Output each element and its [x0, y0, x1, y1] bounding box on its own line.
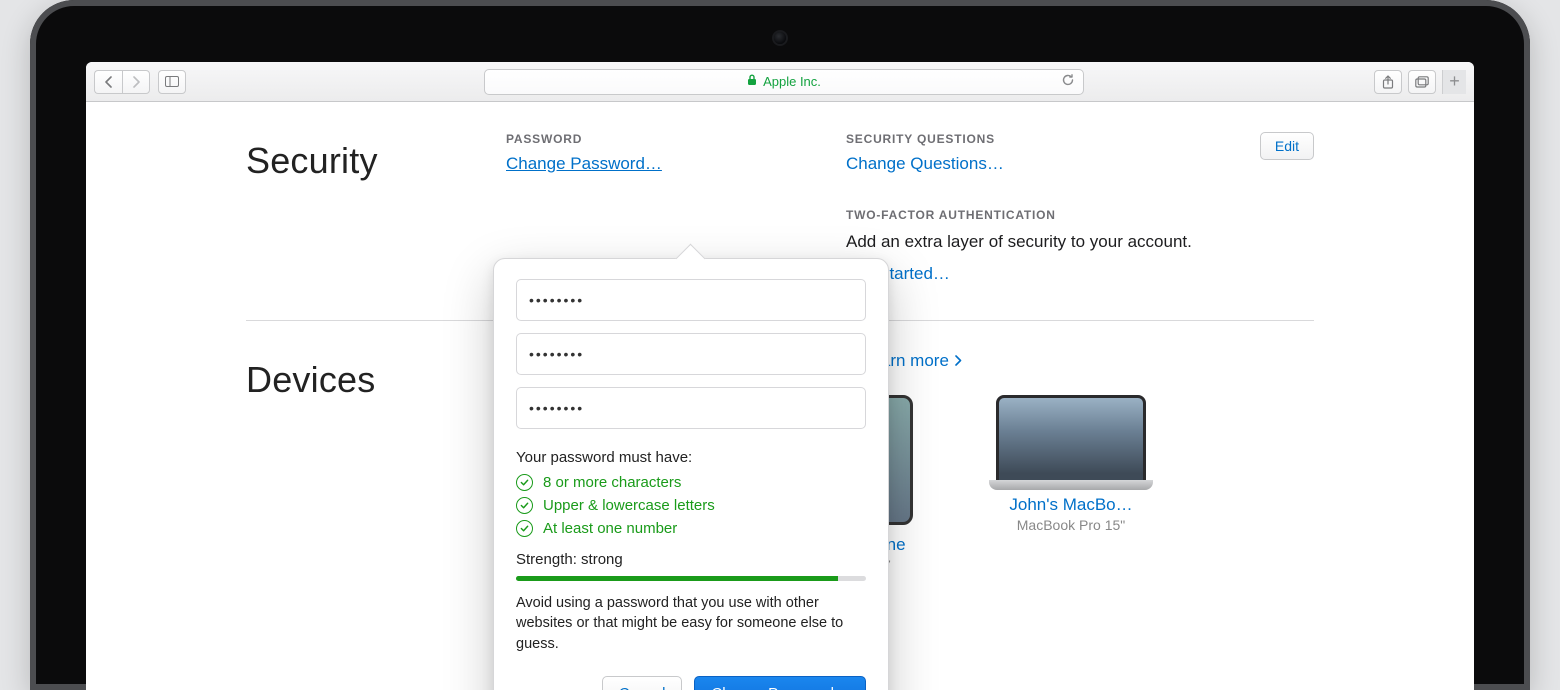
change-password-popover: Your password must have: 8 or more chara… [493, 258, 889, 690]
address-bar[interactable]: Apple Inc. [484, 69, 1084, 95]
cancel-button[interactable]: Cancel [602, 676, 683, 690]
requirement-text: Upper & lowercase letters [543, 497, 715, 514]
chevron-right-icon [955, 353, 962, 369]
check-circle-icon [516, 520, 533, 537]
current-password-input[interactable] [516, 279, 866, 321]
requirement-item: At least one number [516, 520, 866, 537]
tabs-button[interactable] [1408, 70, 1436, 94]
site-identity-label: Apple Inc. [763, 74, 821, 89]
change-password-button[interactable]: Change Password… [694, 676, 866, 690]
device-sub: MacBook Pro 15" [996, 517, 1146, 533]
requirement-text: At least one number [543, 520, 677, 537]
nav-back-forward [94, 70, 150, 94]
section-title-security: Security [246, 140, 506, 182]
requirement-item: 8 or more characters [516, 474, 866, 491]
twofa-description: Add an extra layer of security to your a… [846, 230, 1260, 254]
check-circle-icon [516, 497, 533, 514]
safari-toolbar: Apple Inc. + [86, 62, 1474, 102]
check-circle-icon [516, 474, 533, 491]
section-title-devices: Devices [246, 359, 506, 401]
confirm-password-input[interactable] [516, 387, 866, 429]
new-tab-button[interactable]: + [1442, 70, 1466, 94]
screen: Apple Inc. + Security [86, 62, 1474, 690]
password-advice: Avoid using a password that you use with… [516, 593, 866, 654]
device-macbook[interactable]: John's MacBo… MacBook Pro 15" [996, 395, 1146, 573]
strength-meter [516, 576, 866, 581]
share-button[interactable] [1374, 70, 1402, 94]
forward-button[interactable] [122, 70, 150, 94]
macbook-icon [996, 395, 1146, 485]
change-questions-link[interactable]: Change Questions… [846, 154, 1004, 173]
questions-heading: SECURITY QUESTIONS [846, 132, 1260, 146]
camera-dot [774, 32, 786, 44]
reload-button[interactable] [1061, 73, 1075, 90]
twofa-heading: TWO-FACTOR AUTHENTICATION [846, 208, 1260, 222]
strength-meter-fill [516, 576, 838, 581]
edit-security-button[interactable]: Edit [1260, 132, 1314, 160]
password-heading: PASSWORD [506, 132, 846, 146]
change-password-link[interactable]: Change Password… [506, 154, 662, 173]
device-name: John's MacBo… [996, 495, 1146, 515]
requirement-text: 8 or more characters [543, 474, 681, 491]
strength-label: Strength: strong [516, 551, 866, 568]
requirement-item: Upper & lowercase letters [516, 497, 866, 514]
lock-icon [747, 74, 757, 89]
sidebar-toggle-button[interactable] [158, 70, 186, 94]
requirements-title: Your password must have: [516, 449, 866, 466]
new-password-input[interactable] [516, 333, 866, 375]
security-right-column: SECURITY QUESTIONS Change Questions… TWO… [846, 132, 1260, 284]
back-button[interactable] [94, 70, 122, 94]
laptop-frame: Apple Inc. + Security [30, 0, 1530, 690]
